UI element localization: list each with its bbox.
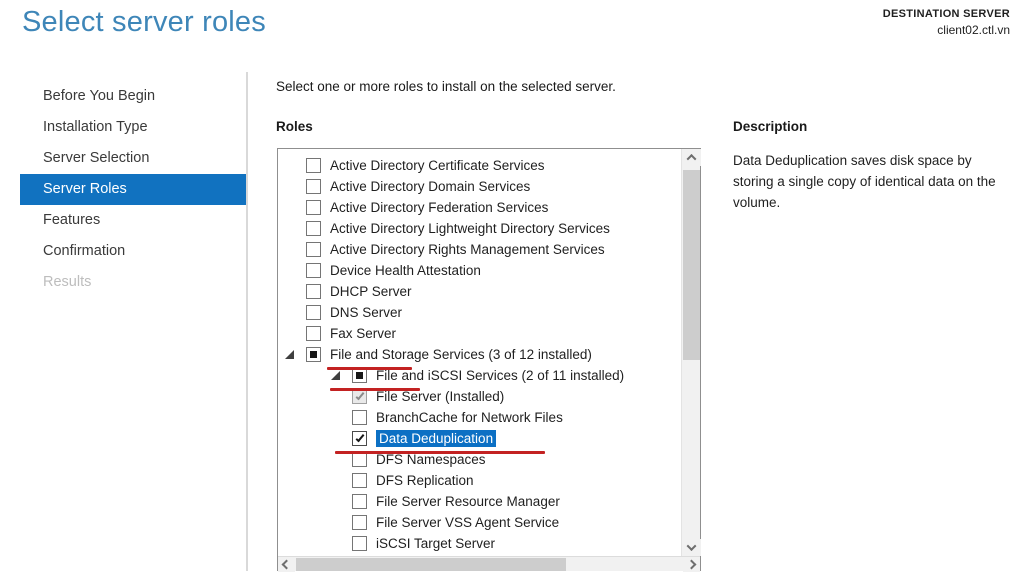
description-text: Data Deduplication saves disk space by s… (733, 150, 1005, 213)
role-label: Active Directory Federation Services (330, 200, 548, 215)
chevron-right-icon (687, 560, 697, 570)
scroll-right-button[interactable] (683, 557, 700, 572)
role-row[interactable]: Device Health Attestation (278, 260, 681, 281)
role-checkbox[interactable] (352, 368, 367, 383)
chevron-up-icon (687, 154, 697, 164)
annotation-underline (330, 388, 420, 391)
role-row[interactable]: Active Directory Domain Services (278, 176, 681, 197)
role-checkbox[interactable] (306, 263, 321, 278)
vertical-scrollbar-thumb[interactable] (683, 170, 700, 360)
tree-expanded-icon[interactable] (331, 371, 340, 380)
scroll-down-button[interactable] (682, 539, 701, 556)
role-label: Active Directory Domain Services (330, 179, 530, 194)
vertical-scrollbar[interactable] (681, 149, 700, 556)
role-label: File Server (Installed) (376, 389, 504, 404)
role-label: DFS Replication (376, 473, 474, 488)
annotation-underline (335, 451, 545, 454)
role-row[interactable]: Data Deduplication (278, 428, 681, 449)
role-row[interactable]: Active Directory Federation Services (278, 197, 681, 218)
role-checkbox[interactable] (306, 179, 321, 194)
chevron-left-icon (282, 560, 292, 570)
role-checkbox[interactable] (352, 410, 367, 425)
expander-slot (282, 350, 306, 359)
role-label: File and iSCSI Services (2 of 11 install… (376, 368, 624, 383)
role-label: File Server Resource Manager (376, 494, 560, 509)
role-checkbox[interactable] (352, 452, 367, 467)
role-checkbox[interactable] (306, 242, 321, 257)
destination-server-label: DESTINATION SERVER (883, 8, 1010, 20)
instruction-text: Select one or more roles to install on t… (276, 79, 616, 94)
role-checkbox[interactable] (352, 431, 367, 446)
tree-expanded-icon[interactable] (285, 350, 294, 359)
indeterminate-mark-icon (356, 372, 363, 379)
role-row[interactable]: BranchCache for Network Files (278, 407, 681, 428)
role-checkbox (352, 389, 367, 404)
sidebar-item-features[interactable]: Features (20, 205, 247, 236)
description-heading: Description (733, 119, 807, 134)
role-row[interactable]: DNS Server (278, 302, 681, 323)
role-row[interactable]: DFS Replication (278, 470, 681, 491)
checkmark-icon (355, 391, 364, 400)
sidebar-item-server-selection[interactable]: Server Selection (20, 143, 247, 174)
role-label: Active Directory Lightweight Directory S… (330, 221, 610, 236)
chevron-down-icon (687, 541, 697, 551)
scroll-up-button[interactable] (682, 149, 701, 166)
role-label: File and Storage Services (3 of 12 insta… (330, 347, 592, 362)
role-row[interactable]: Active Directory Rights Management Servi… (278, 239, 681, 260)
role-row[interactable]: iSCSI Target Server (278, 533, 681, 554)
role-checkbox[interactable] (306, 200, 321, 215)
sidebar-divider (246, 72, 248, 571)
role-row[interactable]: Active Directory Certificate Services (278, 155, 681, 176)
sidebar-item-server-roles[interactable]: Server Roles (20, 174, 247, 205)
sidebar-item-confirmation[interactable]: Confirmation (20, 236, 247, 267)
indeterminate-mark-icon (310, 351, 317, 358)
role-checkbox[interactable] (306, 221, 321, 236)
wizard-steps-sidebar: Before You BeginInstallation TypeServer … (20, 81, 247, 298)
checkmark-icon (355, 433, 364, 442)
annotation-underline (327, 367, 412, 370)
role-label: Active Directory Certificate Services (330, 158, 545, 173)
role-row[interactable]: Fax Server (278, 323, 681, 344)
role-checkbox[interactable] (306, 326, 321, 341)
roles-heading: Roles (276, 119, 313, 134)
roles-listbox: Active Directory Certificate Services Act… (277, 148, 701, 571)
role-label: DHCP Server (330, 284, 412, 299)
role-row[interactable]: DHCP Server (278, 281, 681, 302)
sidebar-item-installation-type[interactable]: Installation Type (20, 112, 247, 143)
role-row[interactable]: Active Directory Lightweight Directory S… (278, 218, 681, 239)
role-label: DFS Namespaces (376, 452, 486, 467)
role-label: Fax Server (330, 326, 396, 341)
role-checkbox[interactable] (352, 494, 367, 509)
role-checkbox[interactable] (352, 473, 367, 488)
role-row[interactable]: File Server Resource Manager (278, 491, 681, 512)
horizontal-scrollbar-thumb[interactable] (296, 558, 566, 571)
page-title: Select server roles (22, 6, 266, 39)
role-checkbox[interactable] (306, 284, 321, 299)
destination-server-block: DESTINATION SERVER client02.ctl.vn (883, 8, 1010, 37)
role-checkbox[interactable] (306, 347, 321, 362)
role-checkbox[interactable] (306, 305, 321, 320)
role-label: DNS Server (330, 305, 402, 320)
scroll-left-button[interactable] (278, 557, 295, 572)
role-label: Active Directory Rights Management Servi… (330, 242, 605, 257)
role-label: File Server VSS Agent Service (376, 515, 559, 530)
role-row[interactable]: File and Storage Services (3 of 12 insta… (278, 344, 681, 365)
role-checkbox[interactable] (306, 158, 321, 173)
expander-slot (328, 371, 352, 380)
role-label: Data Deduplication (376, 430, 496, 447)
role-checkbox[interactable] (352, 515, 367, 530)
horizontal-scrollbar[interactable] (278, 556, 700, 571)
role-label: BranchCache for Network Files (376, 410, 563, 425)
sidebar-item-results: Results (20, 267, 247, 298)
role-label: Device Health Attestation (330, 263, 481, 278)
sidebar-item-before-you-begin[interactable]: Before You Begin (20, 81, 247, 112)
role-row[interactable]: File Server VSS Agent Service (278, 512, 681, 533)
role-checkbox[interactable] (352, 536, 367, 551)
destination-server-name: client02.ctl.vn (883, 23, 1010, 37)
roles-list: Active Directory Certificate Services Act… (278, 149, 681, 556)
role-label: iSCSI Target Server (376, 536, 495, 551)
